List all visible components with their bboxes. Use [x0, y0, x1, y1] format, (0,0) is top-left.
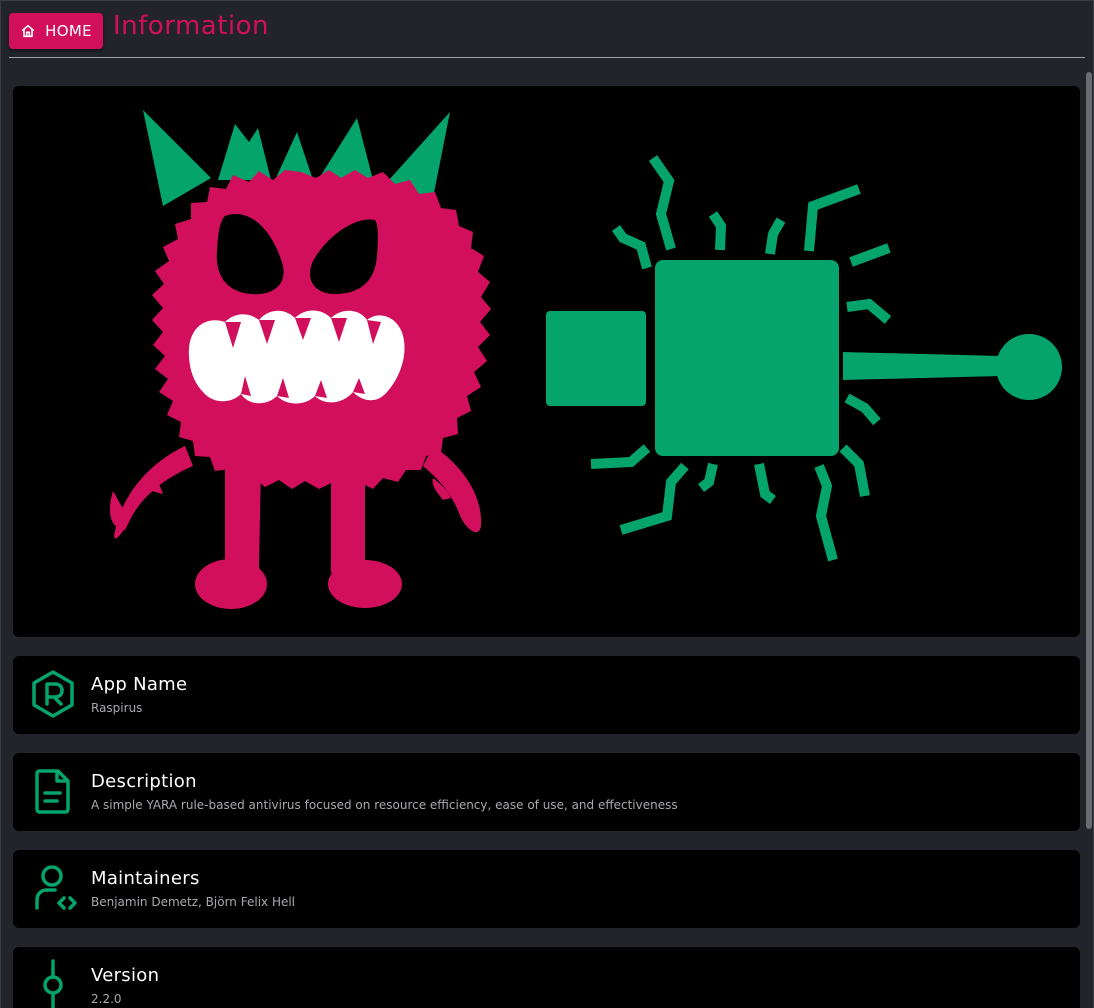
- hero-illustration: [109, 110, 1062, 609]
- info-title: App Name: [91, 674, 188, 695]
- scrollbar[interactable]: [1084, 72, 1094, 1008]
- home-button[interactable]: HOME: [9, 13, 103, 49]
- user-code-icon: [27, 862, 79, 914]
- info-value: 2.2.0: [91, 992, 122, 1006]
- header-divider: [9, 57, 1085, 58]
- page-title: Information: [113, 11, 270, 41]
- hero-banner: [13, 86, 1080, 637]
- header: HOME Information: [0, 0, 1094, 58]
- info-card-maintainers: Maintainers Benjamin Demetz, Björn Felix…: [13, 850, 1080, 928]
- home-icon: [20, 23, 36, 39]
- app-window: HOME Information App Name Raspirus Descr…: [0, 0, 1094, 1008]
- file-text-icon: [27, 765, 79, 817]
- logo-r-hexagon-icon: [27, 668, 79, 720]
- info-value: Benjamin Demetz, Björn Felix Hell: [91, 895, 296, 909]
- chip-gun-icon: [546, 155, 1062, 562]
- home-button-label: HOME: [45, 22, 92, 40]
- window-border-left: [0, 0, 1, 1008]
- info-value: A simple YARA rule-based antivirus focus…: [91, 798, 678, 812]
- info-title: Maintainers: [91, 868, 200, 889]
- info-card-description: Description A simple YARA rule-based ant…: [13, 753, 1080, 831]
- scrollbar-thumb[interactable]: [1086, 72, 1092, 829]
- info-title: Description: [91, 771, 197, 792]
- info-card-version: Version 2.2.0: [13, 947, 1080, 1008]
- git-commit-icon: [27, 959, 79, 1008]
- info-value: Raspirus: [91, 701, 143, 715]
- info-card-app-name: App Name Raspirus: [13, 656, 1080, 734]
- info-title: Version: [91, 965, 160, 986]
- virus-monster-icon: [109, 110, 491, 609]
